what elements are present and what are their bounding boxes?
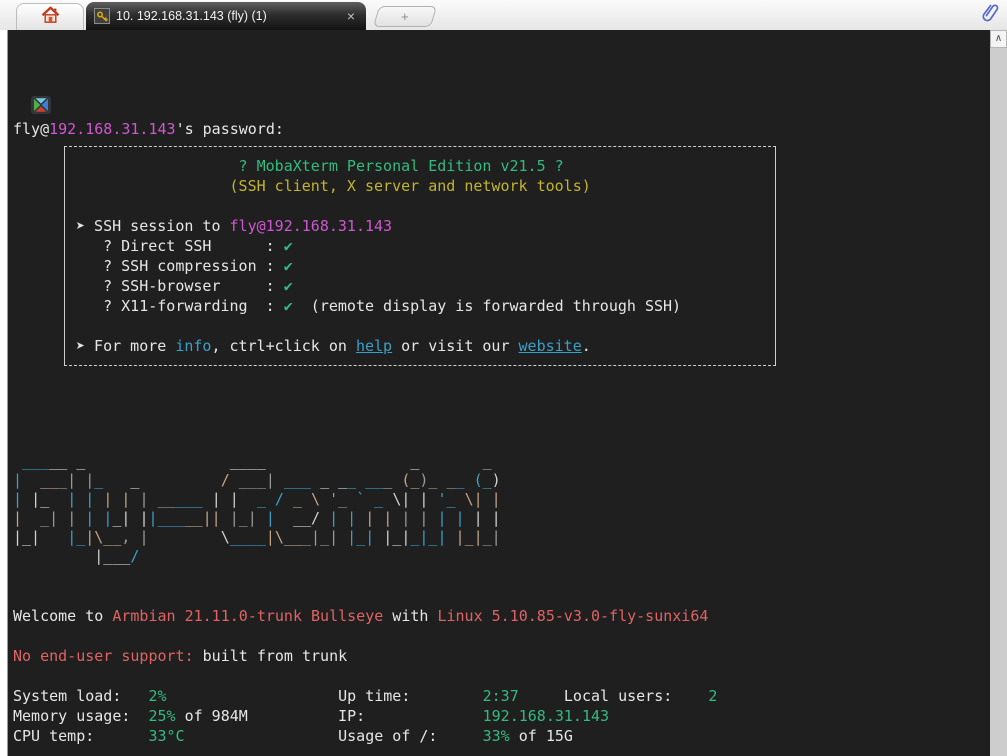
ascii-art-line: |_| |_|\__, | \____|\___|_| |_| |_|_|_| … — [13, 528, 990, 547]
window-left-gutter — [0, 30, 8, 756]
terminal-text: Local users: — [564, 687, 709, 705]
attach-button[interactable] — [979, 2, 1001, 28]
terminal-text: ➤ For more — [76, 337, 175, 355]
tab-close-icon[interactable]: × — [344, 9, 358, 23]
terminal-text — [185, 727, 339, 745]
terminal[interactable]: fly@192.168.31.143's password: ? MobaXte… — [8, 30, 990, 756]
mobaxterm-banner-box: ? MobaXterm Personal Edition v21.5 ? (SS… — [64, 146, 776, 366]
terminal-text: Usage of /: — [338, 727, 483, 745]
ssh-browser-line: ? SSH-browser : ✔ — [76, 276, 764, 296]
terminal-text: built from trunk — [194, 647, 348, 665]
blank — [13, 626, 990, 646]
password-prompt-line: fly@192.168.31.143's password: — [13, 76, 990, 96]
paperclip-icon — [982, 1, 999, 30]
memory-usage-line: Memory usage: 25% of 984M IP: 192.168.31… — [13, 706, 990, 726]
terminal-text: info — [175, 337, 211, 355]
ssh-compression-line: ? SSH compression : ✔ — [76, 256, 764, 276]
terminal-text: 25% — [148, 707, 175, 725]
terminal-text: (SSH client, X server and network tools) — [76, 177, 591, 195]
scrollbar-track[interactable] — [990, 48, 1007, 756]
x11-forwarding-line: ? X11-forwarding : ✔ (remote display is … — [76, 296, 764, 316]
plus-icon: + — [401, 10, 409, 23]
welcome-line: Welcome to Armbian 21.11.0-trunk Bullsey… — [13, 606, 990, 626]
terminal-text: . — [582, 337, 591, 355]
motd-output: Welcome to Armbian 21.11.0-trunk Bullsey… — [13, 606, 990, 756]
blank — [13, 746, 990, 756]
key-icon — [94, 8, 110, 24]
terminal-text: 's password: — [176, 120, 284, 138]
terminal-text: Armbian 21.11.0-trunk Bullseye — [112, 607, 383, 625]
terminal-text: CPU temp: — [13, 727, 148, 745]
tab-home[interactable] — [16, 3, 84, 30]
terminal-text: IP: — [338, 707, 483, 725]
terminal-text: Memory usage: — [13, 707, 148, 725]
tab-label: 10. 192.168.31.143 (fly) (1) — [116, 9, 338, 23]
terminal-text: 2% — [148, 687, 166, 705]
terminal-scrollbar[interactable]: ∧ — [990, 30, 1007, 756]
terminal-text: of 15G — [510, 727, 573, 745]
terminal-text: or visit our — [392, 337, 518, 355]
terminal-text: ? MobaXterm Personal Edition v21.5 ? — [76, 157, 564, 175]
terminal-text: with — [383, 607, 437, 625]
no-support-line: No end-user support: built from trunk — [13, 646, 990, 666]
terminal-text: 2:37 — [483, 687, 519, 705]
blank — [13, 666, 990, 686]
terminal-text: Linux 5.10.85-v3.0-fly-sunxi64 — [437, 607, 708, 625]
ascii-art-line: | _| | | |_| ||_____|| |_| | __/ | | | |… — [13, 509, 990, 528]
terminal-text: 33°C — [148, 727, 184, 745]
help-link[interactable]: help — [356, 337, 392, 355]
banner-title: ? MobaXterm Personal Edition v21.5 ? — [76, 156, 764, 176]
terminal-text: Welcome to — [13, 607, 112, 625]
tab-bar: 10. 192.168.31.143 (fly) (1) × + — [0, 0, 1007, 30]
terminal-text: ? X11-forwarding : — [76, 297, 284, 315]
terminal-text — [248, 707, 338, 725]
fly-gemini-ascii-logo: _____ _ ____ _ _ | ___| |_ _ / ___| ___ … — [13, 452, 990, 566]
terminal-text: ? SSH-browser : — [76, 277, 284, 295]
terminal-text: ✔ — [284, 237, 293, 255]
system-load-line: System load: 2% Up time: 2:37 Local user… — [13, 686, 990, 706]
terminal-text: Up time: — [338, 687, 483, 705]
terminal-text: of 984M — [176, 707, 248, 725]
ascii-art-line: |___/ — [13, 547, 990, 566]
ssh-session-line: ➤ SSH session to fly@192.168.31.143 — [76, 216, 764, 236]
terminal-text: ✔ — [284, 277, 293, 295]
terminal-text: 192.168.31.143 — [49, 120, 175, 138]
terminal-text: ➤ SSH session to — [76, 217, 230, 235]
terminal-text — [519, 687, 564, 705]
terminal-text: ? Direct SSH : — [76, 237, 284, 255]
website-link[interactable]: website — [519, 337, 582, 355]
terminal-text: 2 — [708, 687, 717, 705]
terminal-text: ✔ — [284, 257, 293, 275]
terminal-text: (remote display is forwarded through SSH… — [293, 297, 681, 315]
blank — [76, 196, 764, 216]
ascii-art-line: | ___| |_ _ / ___| ___ _ __ ___ (_)_ __ … — [13, 471, 990, 490]
terminal-text: fly@ — [13, 120, 49, 138]
terminal-text: System load: — [13, 687, 148, 705]
blank — [76, 316, 764, 336]
terminal-text: ✔ — [284, 297, 293, 315]
tab-ssh-session[interactable]: 10. 192.168.31.143 (fly) (1) × — [86, 2, 366, 30]
ascii-art-line: | |_ | | | | | _____ | | _ / _ \ '_ ` _ … — [13, 490, 990, 509]
main-area: fly@192.168.31.143's password: ? MobaXte… — [0, 30, 1007, 756]
new-tab-button[interactable]: + — [373, 6, 437, 27]
terminal-text — [167, 687, 339, 705]
home-icon — [41, 6, 60, 29]
mobaxterm-window: 10. 192.168.31.143 (fly) (1) × + fly@192… — [0, 0, 1007, 756]
terminal-text: 33% — [483, 727, 510, 745]
scroll-up-button[interactable]: ∧ — [990, 30, 1007, 48]
terminal-text: ? SSH compression : — [76, 257, 284, 275]
banner-subtitle: (SSH client, X server and network tools) — [76, 176, 764, 196]
cpu-temp-line: CPU temp: 33°C Usage of /: 33% of 15G — [13, 726, 990, 746]
more-info-line: ➤ For more info, ctrl+click on help or v… — [76, 336, 764, 356]
terminal-text: , ctrl+click on — [211, 337, 356, 355]
ascii-art-line: _____ _ ____ _ _ — [13, 452, 990, 471]
mobaxterm-logo-icon — [31, 96, 51, 119]
direct-ssh-line: ? Direct SSH : ✔ — [76, 236, 764, 256]
terminal-text: fly@192.168.31.143 — [230, 217, 393, 235]
terminal-text: 192.168.31.143 — [483, 707, 609, 725]
terminal-text: No end-user support: — [13, 647, 194, 665]
terminal-output: fly@192.168.31.143's password: — [13, 76, 990, 96]
